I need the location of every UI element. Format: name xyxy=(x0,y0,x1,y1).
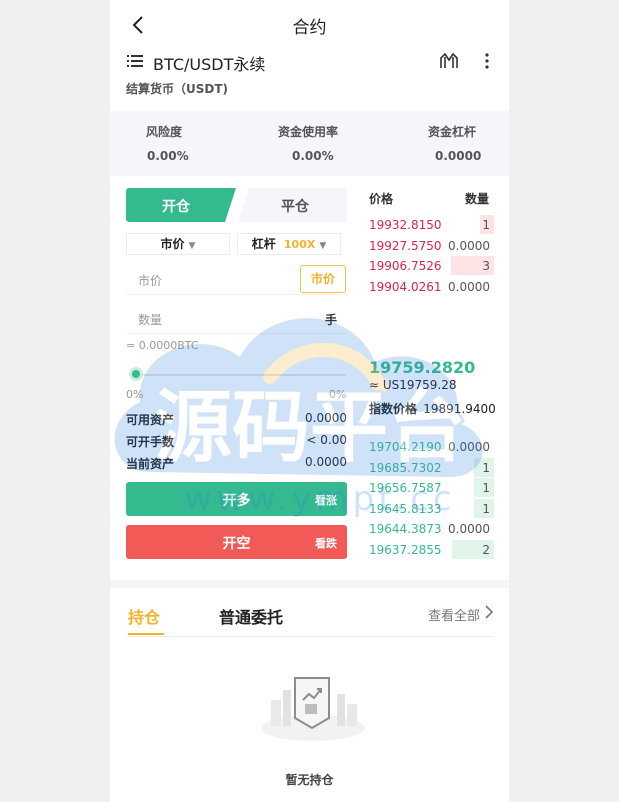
orderbook-ask-row[interactable]: 19906.7526 3 xyxy=(367,256,494,275)
orderbook-ask-row[interactable]: 19904.0261 0.0000 xyxy=(367,277,494,296)
available-assets-value: 0.0000 xyxy=(305,411,347,425)
settlement-currency: 结算货币（USDT) xyxy=(126,82,229,96)
current-assets-label: 当前资产 xyxy=(126,457,175,471)
slider-min-label: 0% xyxy=(126,388,144,401)
orderbook-qty: 1 xyxy=(482,501,490,516)
orderbook-price: 19704.2190 xyxy=(369,440,442,454)
tab-normal-orders[interactable]: 普通委托 xyxy=(219,604,283,628)
price-placeholder: 市价 xyxy=(138,274,163,288)
btc-equivalent: = 0.0000BTC xyxy=(126,339,199,352)
tab-separator xyxy=(126,636,494,637)
leverage-select[interactable]: 杠杆 100X ▼ xyxy=(237,233,341,255)
open-long-button[interactable]: 开多 看涨 xyxy=(126,482,347,516)
orderbook-ask-row[interactable]: 19932.8150 1 xyxy=(367,215,494,234)
market-price-button[interactable]: 市价 xyxy=(300,265,346,293)
amount-slider-track[interactable] xyxy=(134,374,346,376)
orderbook-price: 19685.7302 xyxy=(369,460,442,475)
orderbook-qty: 1 xyxy=(482,218,490,232)
fund-usage-label: 资金使用率 xyxy=(278,125,339,139)
orderbook-price: 19904.0261 xyxy=(369,279,442,294)
index-price: 指数价格 19891.9400 xyxy=(369,400,496,417)
available-assets-label: 可用资产 xyxy=(126,413,175,427)
orderbook-price: 19656.7587 xyxy=(369,481,442,495)
active-tab-underline xyxy=(128,633,164,635)
risk-label: 风险度 xyxy=(146,125,183,139)
fund-leverage-label: 资金杠杆 xyxy=(428,125,477,139)
orderbook-qty: 0.0000 xyxy=(448,522,490,536)
openable-lots-value: < 0.00 xyxy=(306,433,347,447)
orderbook-bid-row[interactable]: 19656.7587 1 xyxy=(367,478,494,497)
account-stats-band: 风险度 0.00% 资金使用率 0.00% 资金杠杆 0.0000 xyxy=(110,111,509,176)
quantity-placeholder: 数量 xyxy=(138,313,163,327)
last-price-usd: ≈ US19759.28 xyxy=(369,378,457,392)
fund-leverage-value: 0.0000 xyxy=(435,149,482,163)
risk-value: 0.00% xyxy=(147,149,189,163)
orderbook-bid-row[interactable]: 19685.7302 1 xyxy=(367,457,494,477)
orderbook-price: 19927.5750 xyxy=(369,238,442,253)
pair-name[interactable]: BTC/USDT永续 xyxy=(153,51,265,75)
index-price-value: 19891.9400 xyxy=(423,402,496,416)
tab-positions[interactable]: 持仓 xyxy=(128,604,160,628)
bullish-hint: 看涨 xyxy=(315,494,337,507)
slider-max-label: 0% xyxy=(329,388,347,401)
orderbook-bid-row[interactable]: 19637.2855 2 xyxy=(367,539,494,559)
leverage-label: 杠杆 xyxy=(251,237,276,251)
open-long-label: 开多 xyxy=(222,493,251,509)
orderbook-bid-row[interactable]: 19704.2190 0.0000 xyxy=(367,437,494,456)
order-type-select[interactable]: 市价 ▼ xyxy=(126,233,230,255)
leverage-value: 100X xyxy=(283,238,316,251)
kline-chart-icon[interactable] xyxy=(440,53,458,69)
orderbook-bid-row[interactable]: 19645.8133 1 xyxy=(367,498,494,518)
dropdown-triangle-icon: ▼ xyxy=(188,241,196,251)
orderbook-qty: 1 xyxy=(482,460,490,475)
orderbook-qty: 2 xyxy=(482,542,490,557)
orderbook-price: 19645.8133 xyxy=(369,501,442,516)
orderbook-bid-row[interactable]: 19644.3873 0.0000 xyxy=(367,519,494,538)
tab-close-label: 平仓 xyxy=(281,199,309,215)
last-price: 19759.2820 xyxy=(369,358,476,377)
orderbook-qty: 3 xyxy=(482,259,490,273)
bearish-hint: 看跌 xyxy=(315,537,337,550)
orderbook-qty: 0.0000 xyxy=(448,279,490,294)
orderbook-price: 19644.3873 xyxy=(369,522,442,536)
view-all-link[interactable]: 查看全部 xyxy=(428,605,480,624)
orderbook-ask-row[interactable]: 19927.5750 0.0000 xyxy=(367,236,494,255)
fund-usage-value: 0.00% xyxy=(292,149,334,163)
quantity-unit: 手 xyxy=(325,313,338,327)
orderbook-price: 19906.7526 xyxy=(369,259,442,273)
order-type-value: 市价 xyxy=(160,237,185,251)
orderbook-qty: 0.0000 xyxy=(448,238,490,253)
orderbook-price: 19932.8150 xyxy=(369,218,442,232)
list-menu-icon[interactable] xyxy=(127,54,143,68)
more-vertical-icon[interactable] xyxy=(484,53,490,69)
section-divider xyxy=(110,580,509,588)
empty-box-illustration xyxy=(261,677,365,741)
current-assets-value: 0.0000 xyxy=(305,455,347,469)
orderbook-qty-header: 数量 xyxy=(465,192,490,206)
index-price-label: 指数价格 xyxy=(369,402,418,416)
quantity-input[interactable]: 数量 xyxy=(126,304,347,334)
orderbook-qty: 0.0000 xyxy=(448,440,490,454)
openable-lots-label: 可开手数 xyxy=(126,435,175,449)
orderbook-qty: 1 xyxy=(482,481,490,495)
contract-page: 合约 BTC/USDT永续 结算货币（USDT) 风险度 0.00% 资金使用率… xyxy=(110,0,509,802)
orderbook-price-header: 价格 xyxy=(369,192,394,206)
chevron-right-icon[interactable] xyxy=(484,604,494,620)
open-short-button[interactable]: 开空 看跌 xyxy=(126,525,347,559)
dropdown-triangle-icon: ▼ xyxy=(319,241,327,251)
orderbook-price: 19637.2855 xyxy=(369,542,442,557)
tab-open-label: 开仓 xyxy=(162,199,190,215)
open-short-label: 开空 xyxy=(222,536,251,552)
page-title: 合约 xyxy=(292,18,327,38)
amount-slider-handle[interactable] xyxy=(129,367,143,381)
no-positions-text: 暂无持仓 xyxy=(285,773,334,787)
